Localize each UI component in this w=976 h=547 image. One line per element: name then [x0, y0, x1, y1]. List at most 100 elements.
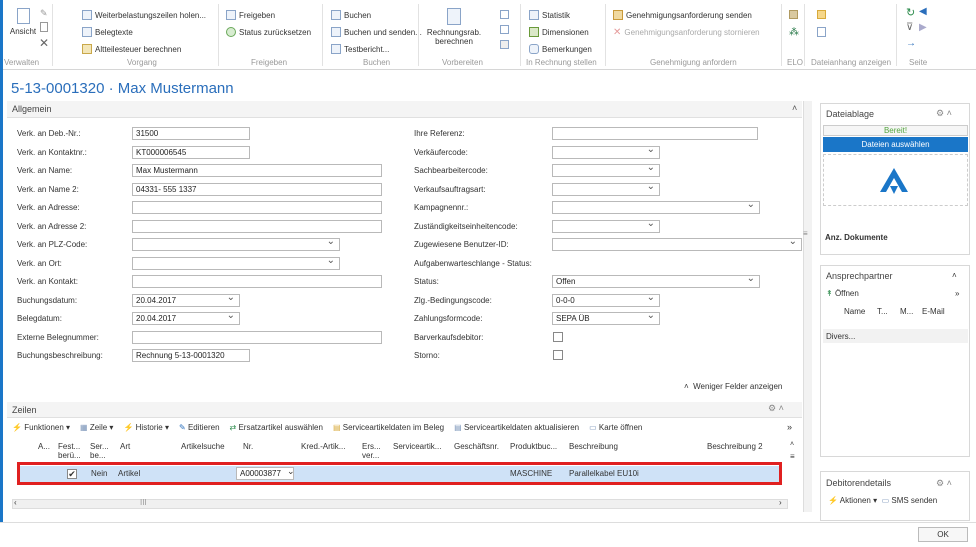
field-input[interactable] [132, 238, 340, 251]
ok-button[interactable]: OK [918, 527, 968, 542]
scroll-thumb[interactable]: III [140, 498, 147, 507]
forward-icon[interactable]: ▶ [919, 22, 927, 33]
field-input[interactable]: 31500 [132, 127, 250, 140]
column-header[interactable]: A... [38, 442, 56, 451]
rechnungsrab-button[interactable]: Rechnungsrab. berechnen [424, 8, 484, 46]
field-input[interactable]: 20.04.2017 [132, 312, 240, 325]
column-header[interactable]: Nr. [243, 442, 299, 451]
oeffnen-button[interactable]: ↟ Öffnen [826, 289, 859, 298]
field-input[interactable] [132, 219, 382, 233]
serviceartikel-aktualisieren-button[interactable]: ▤ Serviceartikeldaten aktualisieren [454, 423, 579, 432]
field-input[interactable] [552, 164, 660, 177]
col-m[interactable]: M... [900, 307, 913, 316]
scroll-right-icon[interactable]: › [779, 498, 782, 507]
col-email[interactable]: E-Mail [922, 307, 945, 316]
back-icon[interactable]: ◀ [919, 6, 927, 17]
column-header[interactable]: Kred.-Artik... [301, 442, 360, 451]
zeile-menu[interactable]: ▦ Zeile ▾ [80, 423, 113, 432]
checkbox[interactable] [553, 350, 563, 360]
scroll-left-icon[interactable]: ‹ [14, 498, 17, 507]
field-input[interactable] [132, 201, 382, 214]
calendar-icon[interactable] [500, 40, 509, 49]
more-icon[interactable]: » [787, 422, 792, 432]
field-input[interactable] [132, 256, 340, 270]
new-icon[interactable] [40, 22, 48, 32]
collapse-icon[interactable]: ˄ [952, 271, 957, 280]
column-header[interactable]: Art [120, 442, 179, 451]
more-icon[interactable]: » [955, 289, 959, 298]
buchen-button[interactable]: Buchen [331, 10, 371, 20]
field-input[interactable] [552, 127, 758, 140]
field-input[interactable]: Max Mustermann [132, 164, 382, 177]
col-t[interactable]: T... [877, 307, 888, 316]
elo-archive-icon[interactable] [789, 10, 798, 19]
field-input[interactable] [552, 201, 760, 214]
gen-stornieren-button[interactable]: ✕ Genehmigungsanforderung stornieren [613, 27, 760, 38]
horizontal-scrollbar[interactable] [12, 499, 788, 509]
belegtexte-button[interactable]: Belegtexte [82, 27, 133, 37]
fest-beruecksichtigt-checkbox[interactable]: ✔ [67, 469, 77, 479]
edit-icon[interactable]: ✎ [40, 8, 48, 19]
filter-clear-icon[interactable]: ⊽ [906, 22, 913, 33]
field-input[interactable]: 20.04.2017 [132, 293, 240, 307]
column-header[interactable]: Geschäftsnr. [454, 442, 508, 451]
field-input[interactable] [132, 330, 382, 344]
collapse-icon[interactable]: ˄ [792, 103, 797, 113]
bemerkungen-button[interactable]: Bemerkungen [529, 44, 592, 54]
pane-settings-icon[interactable]: ⚙ ˄ [936, 108, 952, 119]
pane-settings-icon[interactable]: ⚙ ˄ [936, 478, 952, 489]
elo-structure-icon[interactable]: ⁂ [789, 27, 799, 38]
serviceartikeldaten-button[interactable]: ▤ Serviceartikeldaten im Beleg [333, 423, 444, 432]
testbericht-button[interactable]: Testbericht... [331, 44, 389, 54]
editieren-button[interactable]: ✎ Editieren [179, 423, 220, 432]
ersatzartikel-button[interactable]: ⇄ Ersatzartikel auswählen [230, 423, 323, 432]
field-input[interactable]: Rechnung 5-13-0001320 [132, 349, 250, 362]
zeilen-header[interactable] [7, 402, 802, 418]
field-input[interactable] [552, 145, 660, 159]
attachment-folder-icon[interactable] [817, 10, 826, 19]
goto-icon[interactable]: → [906, 38, 916, 49]
field-input[interactable] [132, 275, 382, 288]
attachment-icon[interactable] [817, 27, 826, 37]
field-input[interactable]: Offen [552, 275, 760, 288]
funktionen-menu[interactable]: ⚡ Funktionen ▾ [12, 423, 70, 432]
field-input[interactable]: KT000006545 [132, 145, 250, 159]
field-input[interactable] [552, 219, 660, 233]
altteilesteuer-button[interactable]: Altteilesteuer berechnen [82, 44, 181, 54]
column-header[interactable]: Serviceartik... [393, 442, 452, 451]
gen-senden-button[interactable]: Genehmigungsanforderung senden [613, 10, 752, 20]
buchen-senden-button[interactable]: Buchen und senden... [331, 27, 422, 37]
copy-icon[interactable] [500, 10, 509, 19]
checkbox[interactable] [553, 331, 563, 342]
main-scrollbar[interactable] [803, 101, 812, 512]
paste-icon[interactable] [500, 25, 509, 34]
grid-scroll-up-icon[interactable]: ˄ [790, 441, 794, 448]
status-zuruecksetzen-button[interactable]: Status zurücksetzen [226, 27, 311, 37]
ansicht-button[interactable]: Ansicht [6, 8, 40, 48]
dimensionen-button[interactable]: Dimensionen [529, 27, 589, 37]
dateien-auswaehlen-button[interactable]: Dateien auswählen [823, 137, 968, 152]
column-header[interactable]: Fest... berü... [58, 442, 88, 460]
karte-oeffnen-button[interactable]: ▭ Karte öffnen [589, 423, 642, 432]
column-header[interactable]: Produktbuc... [510, 442, 567, 451]
aktionen-menu[interactable]: ⚡ Aktionen ▾ ▭ SMS senden [828, 496, 937, 505]
delete-icon[interactable]: ✕ [39, 36, 49, 50]
column-header[interactable]: Artikelsuche [181, 442, 241, 451]
divers-link[interactable]: Divers... [826, 332, 855, 341]
grid-menu-icon[interactable]: ≡ [790, 452, 795, 461]
weniger-felder-button[interactable]: ˄ Weniger Felder anzeigen [684, 382, 782, 391]
column-header[interactable]: Ers... ver... [362, 442, 391, 460]
statistik-button[interactable]: Statistik [529, 10, 570, 20]
field-input[interactable]: 04331- 555 1337 [132, 182, 382, 196]
historie-menu[interactable]: ⚡ Historie ▾ [123, 423, 169, 432]
weiterbelastung-button[interactable]: Weiterbelastungszeilen holen... [82, 10, 206, 20]
refresh-icon[interactable]: ↻ [906, 6, 915, 19]
allgemein-header[interactable] [7, 101, 802, 118]
field-input[interactable]: 0-0-0 [552, 293, 660, 307]
field-input[interactable] [552, 238, 802, 251]
column-header[interactable]: Beschreibung 2 [707, 442, 787, 451]
column-header[interactable]: Beschreibung [569, 442, 705, 451]
column-header[interactable]: Ser... be... [90, 442, 118, 460]
cell-nr[interactable]: A00003877 [236, 467, 294, 480]
col-name[interactable]: Name [844, 307, 865, 316]
